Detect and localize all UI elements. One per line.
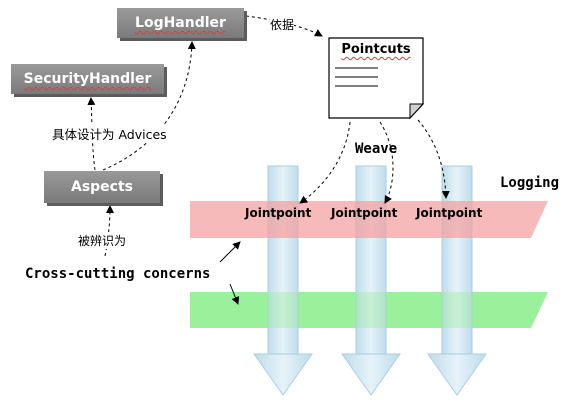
security-handler-label: SecurityHandler	[23, 71, 152, 87]
weave-label: Weave	[355, 141, 398, 157]
arrow-cross-to-logging	[219, 241, 241, 263]
arrow-aspects-to-log	[102, 41, 196, 171]
aspects-label: Aspects	[70, 179, 133, 195]
arrow-pointcuts-to-jp1	[299, 121, 351, 204]
pointcuts-title: Pointcuts	[341, 42, 411, 57]
cross-cutting-concerns-label: Cross-cutting concerns	[25, 266, 211, 282]
flow-arrow-2	[341, 165, 401, 396]
log-handler-box: LogHandler	[117, 8, 244, 38]
concern-plane-green-overlay	[190, 292, 548, 328]
design-as-advices-label: 具体设计为 Advices	[52, 124, 167, 143]
logging-label: Logging	[500, 175, 560, 191]
yiju-label: 依据	[270, 16, 295, 33]
jointpoint-label: Jointpoint	[245, 206, 312, 220]
log-handler-label: LogHandler	[135, 15, 226, 31]
flow-arrow-3	[427, 165, 487, 396]
jointpoint-label: Jointpoint	[416, 206, 483, 220]
security-handler-box: SecurityHandler	[11, 64, 164, 94]
identified-as-label: 被辨识为	[78, 232, 127, 249]
aspects-box: Aspects	[44, 171, 160, 203]
jointpoint-label: Jointpoint	[331, 206, 398, 220]
flow-arrow-1	[253, 165, 313, 396]
